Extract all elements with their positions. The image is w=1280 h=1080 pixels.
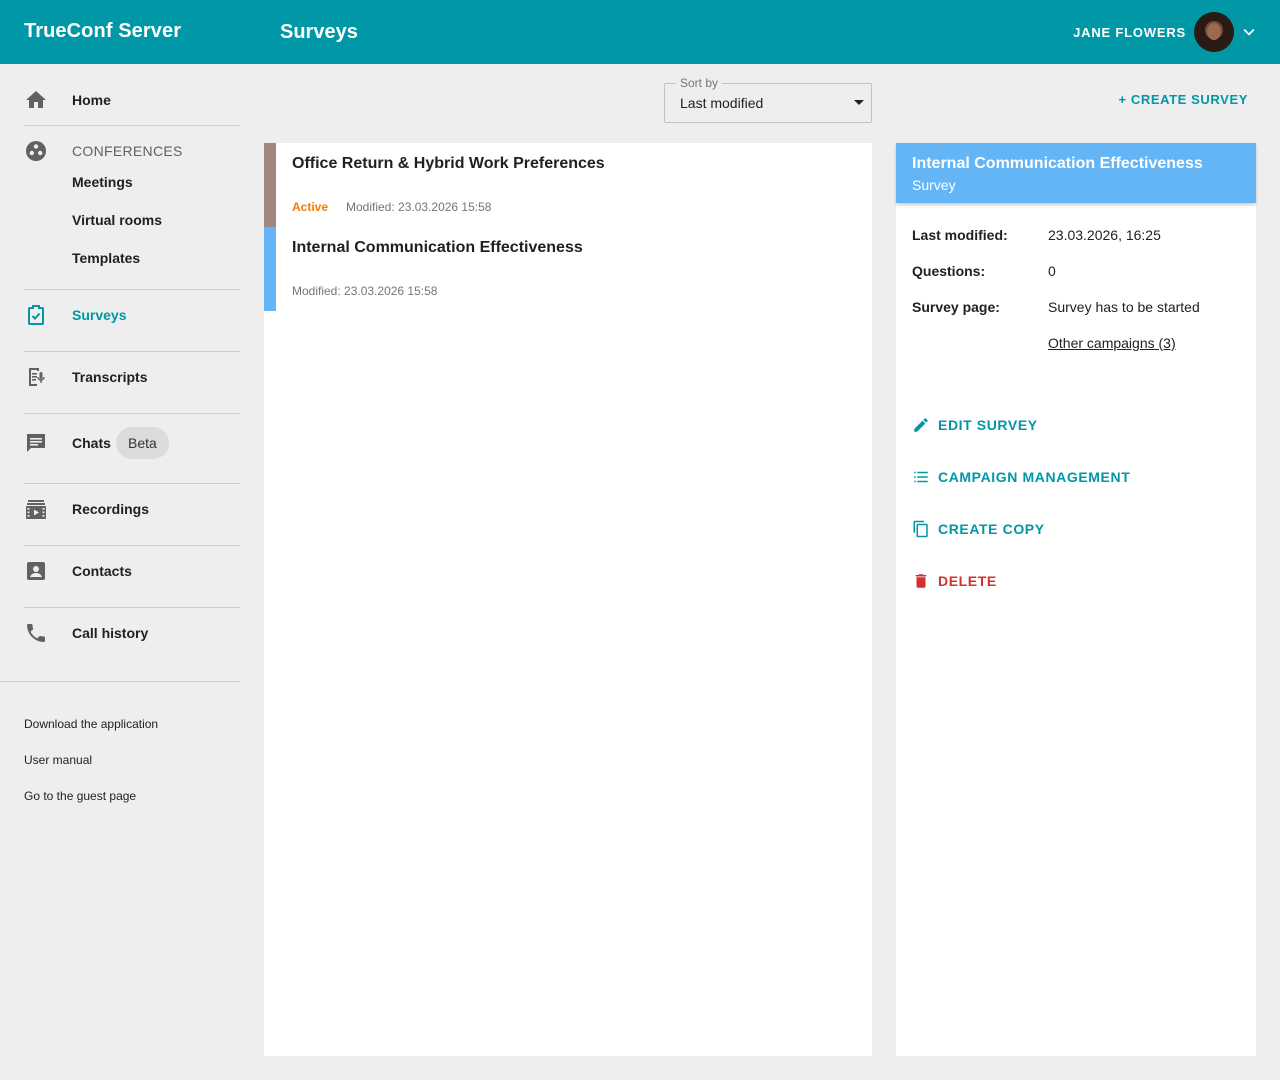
list-icon (912, 468, 930, 486)
transcript-icon (24, 365, 48, 389)
phone-icon (24, 621, 48, 645)
user-name[interactable]: JANE FLOWERS (1073, 25, 1186, 40)
create-survey-button[interactable]: + CREATE SURVEY (1118, 92, 1248, 107)
survey-page-value: Survey has to be started (1048, 299, 1200, 315)
user-manual-link[interactable]: User manual (24, 753, 92, 767)
detail-title: Internal Communication Effectiveness (912, 155, 1203, 172)
survey-color-bar (264, 227, 276, 311)
sidebar-item-label: Home (72, 92, 111, 108)
survey-modified: Modified: 23.03.2026 15:58 (346, 200, 492, 214)
guest-page-link[interactable]: Go to the guest page (24, 789, 136, 803)
sidebar-item-transcripts[interactable]: Transcripts (24, 365, 240, 389)
divider (24, 607, 240, 608)
detail-subtitle: Survey (912, 177, 956, 193)
divider (24, 351, 240, 352)
last-modified-label: Last modified: (912, 227, 1008, 243)
sidebar-item-label: Surveys (72, 307, 127, 323)
sidebar-item-label: Contacts (72, 563, 132, 579)
edit-survey-label: EDIT SURVEY (938, 417, 1038, 433)
survey-list-item[interactable]: Internal Communication Effectiveness Mod… (264, 227, 872, 311)
create-copy-label: CREATE COPY (938, 521, 1045, 537)
divider (0, 681, 240, 682)
app-brand[interactable]: TrueConf Server (24, 20, 181, 43)
survey-detail-panel: Internal Communication Effectiveness Sur… (896, 143, 1256, 1056)
edit-survey-button[interactable]: EDIT SURVEY (912, 413, 1038, 437)
create-copy-button[interactable]: CREATE COPY (912, 517, 1045, 541)
sidebar-item-label: Call history (72, 625, 149, 641)
chevron-down-icon[interactable] (1238, 21, 1260, 43)
status-badge: Active (292, 200, 329, 214)
page-title: Surveys (280, 21, 358, 43)
sidebar-item-label: Recordings (72, 501, 150, 517)
divider (24, 545, 240, 546)
divider (24, 289, 240, 290)
beta-badge: Beta (116, 427, 169, 459)
survey-color-bar (264, 143, 276, 227)
divider (24, 125, 240, 126)
sidebar-item-recordings[interactable]: Recordings (24, 497, 240, 521)
survey-title: Internal Communication Effectiveness (292, 239, 583, 256)
sidebar-item-home[interactable]: Home (24, 88, 240, 112)
top-app-bar: TrueConf Server Surveys JANE FLOWERS (0, 0, 1280, 64)
conferences-icon (24, 139, 48, 163)
sidebar-item-meetings[interactable]: Meetings (72, 174, 133, 190)
survey-list: Office Return & Hybrid Work Preferences … (264, 143, 872, 1056)
conferences-section-label: CONFERENCES (72, 143, 183, 159)
caret-down-icon[interactable] (854, 100, 864, 105)
sort-value[interactable]: Last modified (680, 95, 763, 111)
delete-button[interactable]: DELETE (912, 569, 997, 593)
sidebar-item-virtual-rooms[interactable]: Virtual rooms (72, 212, 162, 228)
divider (24, 483, 240, 484)
contact-icon (24, 559, 48, 583)
sidebar-item-templates[interactable]: Templates (72, 250, 140, 266)
questions-value: 0 (1048, 263, 1056, 279)
sidebar-item-label: Chats (72, 435, 111, 451)
sidebar-item-surveys[interactable]: Surveys (24, 303, 240, 327)
pencil-icon (912, 416, 930, 434)
delete-label: DELETE (938, 573, 997, 589)
trash-icon (912, 572, 930, 590)
home-icon (24, 88, 48, 112)
survey-list-item[interactable]: Office Return & Hybrid Work Preferences … (264, 143, 872, 227)
clipboard-check-icon (24, 303, 48, 327)
detail-header: Internal Communication Effectiveness Sur… (896, 143, 1256, 203)
campaign-management-label: CAMPAIGN MANAGEMENT (938, 469, 1131, 485)
sidebar-item-label: Transcripts (72, 369, 148, 385)
copy-icon (912, 520, 930, 538)
other-campaigns-link[interactable]: Other campaigns (3) (1048, 335, 1176, 351)
sidebar-item-contacts[interactable]: Contacts (24, 559, 240, 583)
divider (24, 413, 240, 414)
sort-label: Sort by (676, 76, 723, 90)
download-app-link[interactable]: Download the application (24, 717, 158, 731)
survey-page-label: Survey page: (912, 299, 1000, 315)
sidebar: Home CONFERENCES Meetings Virtual rooms … (0, 64, 240, 1080)
questions-label: Questions: (912, 263, 986, 279)
user-menu[interactable]: JANE FLOWERS (1073, 10, 1260, 54)
campaign-management-button[interactable]: CAMPAIGN MANAGEMENT (912, 465, 1130, 489)
avatar[interactable] (1194, 12, 1234, 52)
survey-title: Office Return & Hybrid Work Preferences (292, 155, 605, 172)
recordings-icon (24, 497, 48, 521)
sidebar-item-call-history[interactable]: Call history (24, 621, 240, 645)
last-modified-value: 23.03.2026, 16:25 (1048, 227, 1161, 243)
survey-modified: Modified: 23.03.2026 15:58 (292, 284, 438, 298)
chat-icon (24, 431, 48, 455)
